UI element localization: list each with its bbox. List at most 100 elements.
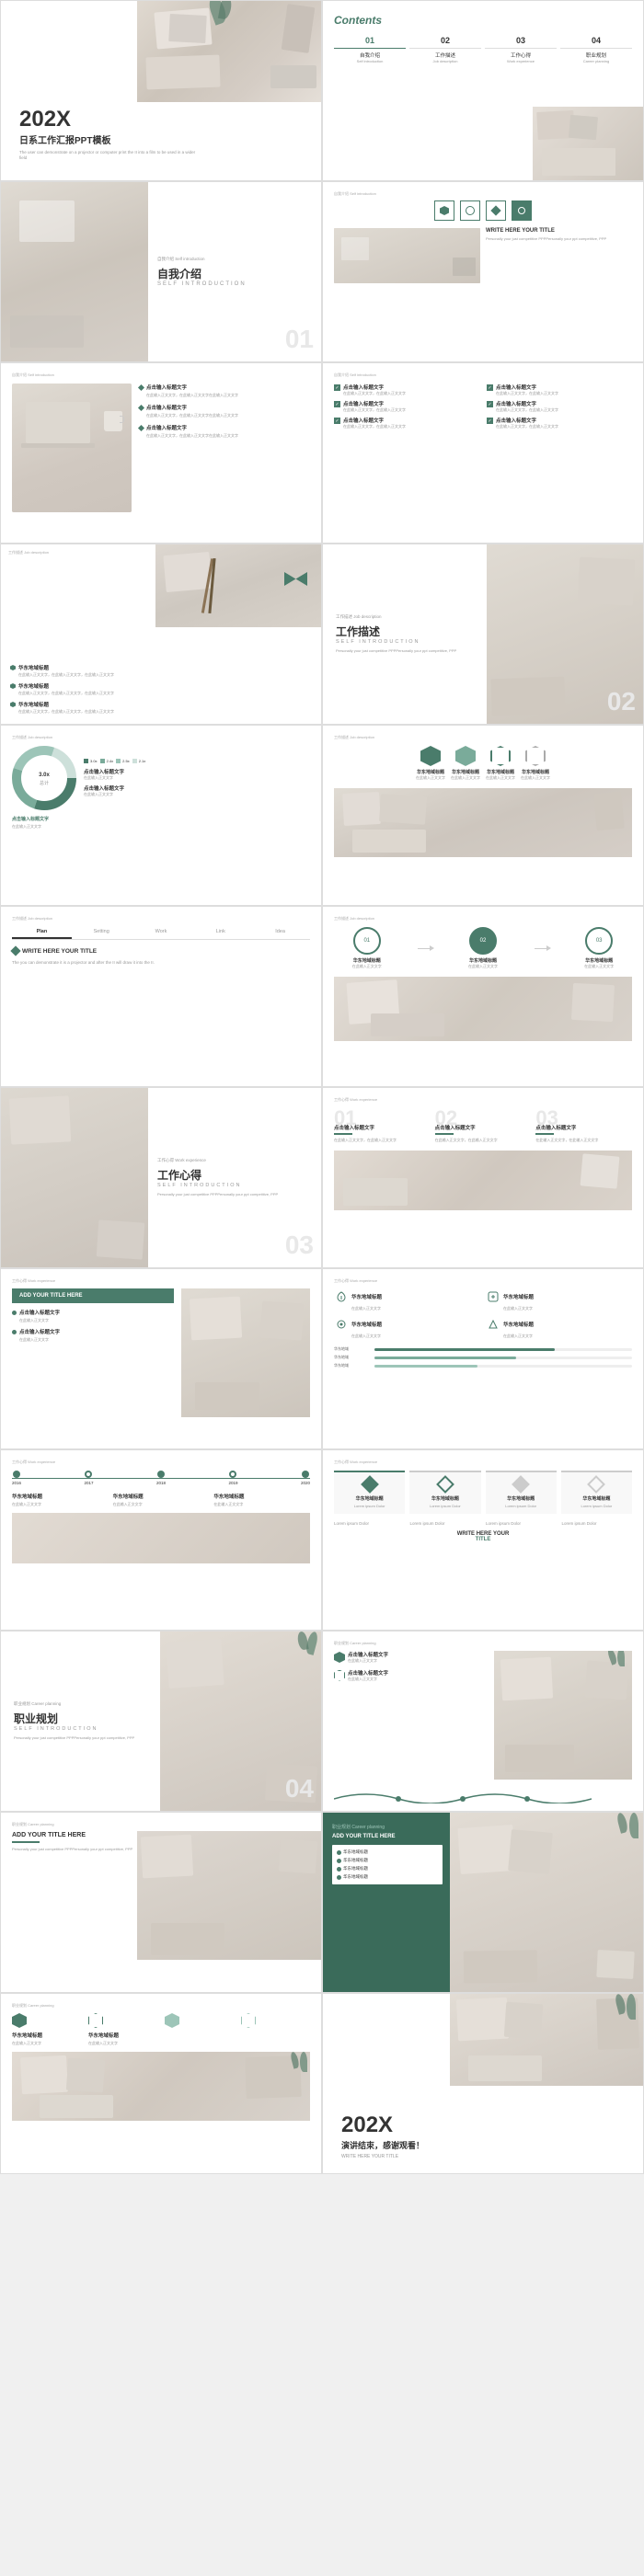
card-4: 华东地域标题 Lorem ipsum Dolor [561,1471,632,1514]
main-desc: The user can demonstrate on a projector … [19,150,203,163]
tab-idea[interactable]: Idea [250,926,310,939]
slide-tag-9: 工作描述 Job description [12,735,310,740]
plan-title: WRITE HERE YOUR TITLE [22,948,97,955]
work-num-2: 02 [607,687,636,716]
work-item-2: 华东地域标题 在此输入正文文字，在此输入正文文字，在此输入正文文字 [10,682,157,696]
hex-3: 华东地域标题 在此输入正文文字 [486,746,515,781]
slide-tag-23: 职业规划 Career planning [12,2003,310,2009]
svg-text:总计: 总计 [40,780,49,786]
slide-tag-11: 工作描述 Job description [12,916,310,922]
slide-17-timeline: 工作心得 Work experience 2016 2017 2018 [0,1449,322,1631]
icon-3 [486,200,506,221]
slide-13-work-exp-header: 工作心得 Work experience 工作心得 SELF INTRODUCT… [0,1087,322,1268]
contents-item-3: 03 工作心得 Work experience [485,36,557,63]
work-item-1: 华东地域标题 在此输入正文文字，在此输入正文文字，在此输入正文文字 [10,664,157,678]
slide-22-career-list: 职业规划 Career planning ADD YOUR TITLE HERE… [322,1812,644,1993]
slide-11-tabs: 工作描述 Job description Plan Setting Work L… [0,906,322,1087]
section-num: 01 [285,325,314,354]
circle-item-1: 01 华东地域标题 在此输入正文文字 [352,927,382,969]
slide-24-ending: 202X 演讲结束，感谢观看！ WRITE HERE YOUR TITLE [322,1993,644,2174]
plan-item-3 [165,2013,234,2046]
exp-num: 03 [285,1231,314,1260]
year-2: 2017 [84,1471,93,1485]
tab-work[interactable]: Work [132,926,191,939]
work-tag: 工作描述 Job description [336,614,476,620]
pie-bottom: 点击输入标题文字 在此输入正文文字 [12,816,310,830]
slide-tag-10: 工作描述 Job description [334,735,632,740]
slide-21-career-title: 职业规划 Career planning ADD YOUR TITLE HERE… [0,1812,322,1993]
check-2: ✓ 点击输入标题文字 在此输入正文文字，在此输入正文文字 [487,384,632,396]
pie-item-1: 点击输入标题文字 在此输入正文文字 [84,768,310,781]
slide-3-intro-header: 自我介绍 Self introduction 自我介绍 SELF INTRODU… [0,181,322,362]
slide-tag-6: 自我介绍 Self introduction [334,372,632,378]
career-item-1: 点击输入标题文字 在此输入正文文字 [334,1651,487,1664]
slide-tag-16: 工作心得 Work experience [334,1278,632,1284]
slide-5-intro-list: 自我介绍 Self introduction 点击输入标题文字 [0,362,322,544]
slide-18-career-cards: 工作心得 Work experience 华东地域标题 Lorem ipsum … [322,1449,644,1631]
work-item-3: 华东地域标题 在此输入正文文字，在此输入正文文字，在此输入正文文字 [10,701,157,715]
check-6: ✓ 点击输入标题文字 在此输入正文文字，在此输入正文文字 [487,417,632,429]
plan-desc: The you can demonstrate it is a projecto… [12,960,270,967]
contents-item-1: 01 自我介绍 Self introduction [334,36,406,63]
tab-setting[interactable]: Setting [72,926,132,939]
intro-item-2: 点击输入标题文字 在此输入正文文字，在此输入正文文字在此输入正文文字 [139,404,310,418]
work-desc: Personally your just competitive PPPPers… [336,648,474,654]
add-item-1: 点击输入标题文字 在此输入正文文字 [12,1309,174,1323]
career-list-tag: 职业规划 Career planning [332,1824,443,1830]
slide-tag-20: 职业规划 Career planning [334,1641,632,1646]
slide-9-pie: 工作描述 Job description 3.0x 总计 [0,725,322,906]
slide-tag-14: 工作心得 Work experience [334,1097,632,1103]
year-1: 2016 [12,1471,21,1485]
tab-bar: Plan Setting Work Link Idea [12,926,310,940]
check-1: ✓ 点击输入标题文字 在此输入正文文字，在此输入正文文字 [334,384,479,396]
career-en: SELF INTRODUCTION [14,1726,149,1732]
hex-1: 华东地域标题 在此输入正文文字 [416,746,445,781]
career-num: 04 [285,1774,314,1803]
pie-chart: 3.0x 总计 [12,746,76,810]
contents-item-2: 02 工作描述 Job description [409,36,481,63]
ending-en: WRITE HERE YOUR TITLE [341,2154,424,2159]
tab-link[interactable]: Link [190,926,250,939]
tab-plan[interactable]: Plan [12,926,72,939]
main-title: 日系工作汇报PPT模板 [19,132,203,146]
icon-2 [460,200,480,221]
year-5: 2020 [301,1471,310,1485]
slide-tag: 自我介绍 Self introduction [334,191,632,197]
slide-12-work-circle: 工作描述 Job description 01 华东地域标题 在此输入正文文字 … [322,906,644,1087]
timeline-item-1: 华东地域标题 在此输入正文文字 [12,1493,109,1507]
career-add-desc: Personally your just competitive PPPPers… [12,1847,141,1852]
section-en: SELF INTRODUCTION [157,281,310,287]
year-4: 2019 [228,1471,237,1485]
exp-desc: Personally your just competitive PPPPers… [157,1192,305,1197]
timeline-item-3: 华东地域标题 在此输入正文文字 [213,1493,310,1507]
career-desc: Personally your just competitive PPPPers… [14,1735,149,1741]
write-title: WRITE HERE YOUR TITLE [486,228,632,234]
icon-1 [434,200,454,221]
plan-item-1: 华东地域标题 在此输入正文文字 [12,2013,81,2046]
add-title-block: ADD YOUR TITLE HERE [12,1288,174,1303]
slide-tag-5: 自我介绍 Self introduction [12,372,310,378]
intro-item-3: 点击输入标题文字 在此输入正文文字，在此输入正文文字在此输入正文文字 [139,424,310,439]
exp-num-3: 03 点击输入标题文字 在此输入正文文字，在此输入正文文字 [535,1108,632,1143]
plan-item-4 [241,2013,310,2046]
career-cn: 职业规划 [14,1711,149,1726]
slide-19-career-header: 职业规划 Career planning 职业规划 SELF INTRODUCT… [0,1631,322,1812]
contents-title: Contents [334,14,632,27]
icon-4 [512,200,532,221]
slide-4-intro-icons: 自我介绍 Self introduction WRIT [322,181,644,362]
check-5: ✓ 点击输入标题文字 在此输入正文文字，在此输入正文文字 [334,417,479,429]
exp-num-1: 01 点击输入标题文字 在此输入正文文字，在此输入正文文字 [334,1108,431,1143]
main-year: 202X [19,109,203,131]
slide-6-intro-check: 自我介绍 Self introduction ✓ 点击输入标题文字 在此输入正文… [322,362,644,544]
year-3: 2018 [156,1471,166,1485]
hex-4: 华东地域标题 在此输入正文文字 [521,746,550,781]
work-num: 02 [322,687,323,716]
slide-10-hex: 工作描述 Job description 华东地域标题 在此输入正文文字 华东地… [322,725,644,906]
intro-item-1: 点击输入标题文字 在此输入正文文字，在此输入正文文字在此输入正文文字 [139,384,310,398]
heart-item-1: 华东地域标题 在此输入正文文字 [334,1289,480,1311]
career-list-title: ADD YOUR TITLE HERE [332,1834,443,1839]
slide-8-work-header: 工作描述 Job description 工作描述 SELF INTRODUCT… [322,544,644,725]
slide-23-career-plan: 职业规划 Career planning 华东地域标题 在此输入正文文字 华东地… [0,1993,322,2174]
career-add-title: ADD YOUR TITLE HERE [12,1832,310,1838]
circle-item-2: 02 华东地域标题 在此输入正文文字 [468,927,498,969]
